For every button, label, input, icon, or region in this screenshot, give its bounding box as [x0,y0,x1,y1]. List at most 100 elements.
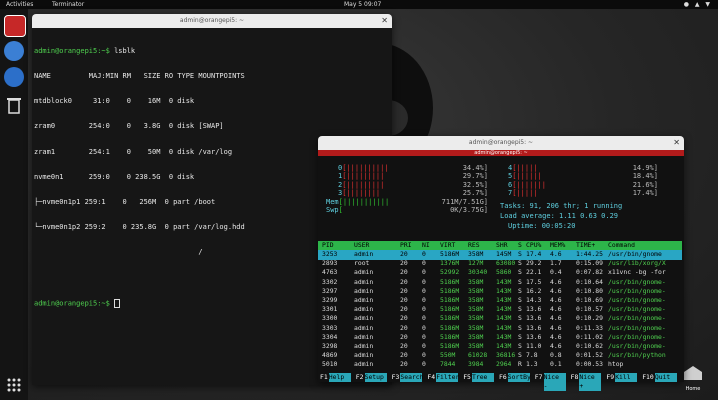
table-cell: 63080 [496,259,516,268]
column-header[interactable]: PRI [400,241,412,250]
function-key-label[interactable]: Nice - [543,373,566,391]
table-cell: 0 [422,259,426,268]
function-key-label[interactable]: Setup [364,373,387,382]
table-row[interactable]: 3301 admin 20 0 5186M 358M 143M S 13.6 4.6 0:10.57… [318,305,682,315]
table-cell: 4.6 [550,286,562,295]
table-row[interactable]: 3299 admin 20 0 5186M 358M 143M S 14.3 4.6 0:10.69… [318,296,682,306]
table-cell: 5186M [440,286,460,295]
function-key[interactable]: F5 [463,373,471,382]
table-row[interactable]: 2893 root 20 0 1376M 127M 63080 S 29.2 1.7 0:15.09… [318,259,682,269]
table-cell: x11vnc -bg -for [608,268,666,277]
window-titlebar[interactable]: admin@orangepi5: ~ ✕ [32,14,392,28]
process-table-header[interactable]: PID USER PRI NI VIRT RES SHR S CPU% MEM% TIME+ Comm… [318,241,682,250]
function-key[interactable]: F3 [392,373,400,382]
table-row[interactable]: 3297 admin 20 0 5186M 358M 143M S 16.2 4.6 0:10.80… [318,287,682,297]
table-cell: 358M [468,314,484,323]
system-status-icons[interactable]: ● ▲ ▼ [684,0,712,9]
apps-grid-icon[interactable] [4,375,24,395]
table-row[interactable]: 4763 admin 20 0 52992 30340 5860 S 22.1 0.4 0:07.8… [318,268,682,278]
table-cell: 3302 [322,277,338,286]
column-header[interactable]: TIME+ [576,241,595,250]
table-cell: 0:07.82 [576,268,603,277]
column-header[interactable]: VIRT [440,241,455,250]
table-cell: 145M [496,250,512,258]
function-key[interactable]: F1 [320,373,328,382]
table-row[interactable]: 3304 admin 20 0 5186M 358M 143M S 13.6 4.6 0:11.02… [318,333,682,343]
tasks-line: Tasks: 91, 206 thr; 1 running [500,202,623,210]
table-cell: S [518,323,522,332]
table-cell: admin [354,332,374,341]
table-cell: 5186M [440,296,460,304]
function-key[interactable]: F9 [606,373,614,382]
table-cell: 4.6 [550,250,562,258]
table-cell: 20 [400,259,408,268]
table-cell: 0:10.57 [576,305,603,314]
column-header[interactable]: S [518,241,522,250]
table-cell: admin [354,286,374,295]
function-key-label[interactable]: Quit [654,373,677,382]
table-cell: /usr/lib/xorg/X [608,259,666,268]
table-cell: 0 [422,250,426,258]
table-cell: S [518,351,522,360]
column-header[interactable]: MEM% [550,241,565,250]
function-key[interactable]: F7 [535,373,543,382]
cpu-meters: 0[|||||||||| 34.4%] 1[||||||||| 29.7%] 2[|||… [318,164,684,234]
terminal-window-htop[interactable]: admin@orangepi5: ~ ✕ admin@orangepi5: ~ … [318,136,684,391]
column-header[interactable]: PID [322,241,334,250]
table-cell: 3297 [322,286,338,295]
function-key[interactable]: F10 [642,373,654,382]
table-row[interactable]: 4869 admin 20 0 550M 61028 36816 S 7.8 0.8 0:01.52… [318,351,682,361]
table-cell: /usr/bin/gnome- [608,342,666,350]
close-icon[interactable]: ✕ [381,14,388,28]
trash-icon[interactable] [4,95,24,115]
table-cell: S [518,296,522,304]
table-cell: 0 [422,296,426,304]
clock[interactable]: May 5 09:07 [344,0,381,9]
terminal-icon[interactable] [4,15,26,37]
top-bar: Activities Terminator May 5 09:07 ● ▲ ▼ [0,0,718,9]
column-header[interactable]: USER [354,241,369,250]
table-cell: 0.8 [550,351,562,360]
column-header[interactable]: RES [468,241,480,250]
table-row[interactable]: 3298 admin 20 0 5186M 358M 143M S 11.0 4.6 0:10.62… [318,342,682,352]
table-cell: 20 [400,323,408,332]
prompt: admin@orangepi5:~$ [34,299,110,308]
firefox-icon[interactable] [4,41,24,61]
app-menu[interactable]: Terminator [52,0,84,9]
dock [0,9,28,400]
table-row[interactable]: 3303 admin 20 0 5186M 358M 143M S 13.6 4.6 0:11.33… [318,324,682,334]
function-key-label[interactable]: Search [400,373,423,382]
function-key[interactable]: F8 [571,373,579,382]
function-key-label[interactable]: Help [328,373,351,382]
function-key-label[interactable]: SortBy [507,373,531,382]
mem-meter: Mem[||||||||||| 711M/7.51G] [326,198,488,206]
output-line: NAME MAJ:MIN RM SIZE RO TYPE MOUNTPOINTS [34,72,245,81]
table-cell: 4763 [322,268,338,277]
column-header[interactable]: NI [422,241,430,250]
vm-icon[interactable] [4,67,24,87]
close-icon[interactable]: ✕ [673,136,680,150]
table-row[interactable]: 5010 admin 20 0 7844 3984 2964 R 1.3 0.1 0:00.53 ht… [318,360,682,370]
function-key[interactable]: F4 [427,373,435,382]
table-row[interactable]: 3253 admin 20 0 5186M 358M 145M S 17.4 4.6 1:44.25… [318,250,682,260]
function-key-label[interactable]: Filter [436,373,459,382]
window-titlebar[interactable]: admin@orangepi5: ~ ✕ [318,136,684,150]
table-row[interactable]: 3300 admin 20 0 5186M 358M 143M S 13.6 4.6 0:10.29… [318,314,682,324]
function-key[interactable]: F2 [356,373,364,382]
terminal-tab[interactable]: admin@orangepi5: ~ [318,150,684,156]
table-cell: 4.6 [550,296,562,304]
table-cell: 4869 [322,351,338,360]
function-key[interactable]: F6 [499,373,507,382]
function-key-label[interactable]: Tree [472,373,494,382]
table-row[interactable]: 3302 admin 20 0 5186M 358M 143M S 17.5 4.6 0:10.64… [318,278,682,288]
table-cell: 143M [496,296,512,304]
table-cell: 5186M [440,277,460,286]
cpu-meter-2: 2[||||||||| 32.5%] [338,180,488,189]
table-cell: admin [354,296,374,304]
function-key-label[interactable]: Kill [615,373,638,382]
column-header[interactable]: CPU% [526,241,541,250]
function-key-label[interactable]: Nice + [579,373,602,391]
activities-button[interactable]: Activities [6,0,33,9]
column-header[interactable]: SHR [496,241,508,250]
column-header[interactable]: Command [608,241,635,250]
